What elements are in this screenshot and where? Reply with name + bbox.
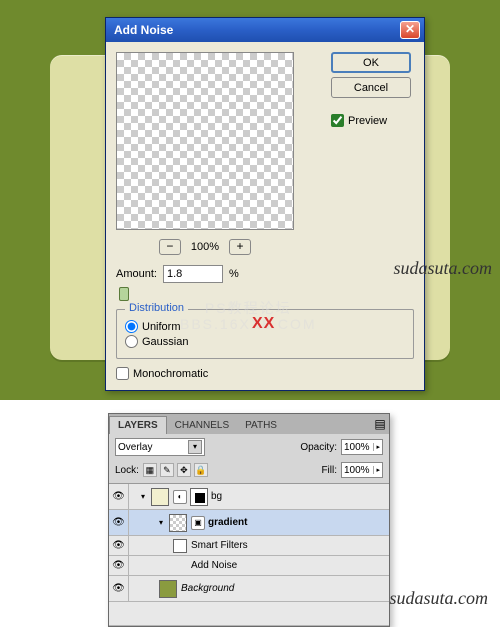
expand-toggle[interactable]: ▾ bbox=[159, 518, 169, 527]
watermark-sudasuta-top: sudasuta.com bbox=[394, 258, 493, 279]
blend-mode-dropdown[interactable]: Overlay ▾ bbox=[115, 438, 205, 456]
layers-panel: LAYERS CHANNELS PATHS ▤ Overlay ▾ Opacit… bbox=[108, 413, 390, 627]
fill-input[interactable]: 100% ▸ bbox=[341, 462, 383, 478]
noise-preview[interactable] bbox=[116, 52, 294, 230]
gaussian-radio-row[interactable]: Gaussian bbox=[125, 335, 405, 348]
distribution-legend: Distribution bbox=[125, 302, 188, 314]
visibility-toggle[interactable]: 👁 bbox=[109, 556, 129, 575]
visibility-toggle[interactable]: 👁 bbox=[109, 576, 129, 601]
lock-transparent-icon[interactable]: ▦ bbox=[143, 463, 157, 477]
layer-thumb bbox=[159, 580, 177, 598]
layer-row-gradient[interactable]: 👁 ▾ ▣ gradient bbox=[109, 510, 389, 536]
watermark-line2: BBS.16XX8.COM bbox=[180, 316, 317, 332]
zoom-out-button[interactable]: − bbox=[159, 239, 181, 255]
zoom-controls: − 100% + bbox=[116, 239, 294, 255]
smart-object-icon: ▣ bbox=[191, 516, 205, 530]
adjustment-icon: ◐ bbox=[173, 490, 187, 504]
opacity-input[interactable]: 100% ▸ bbox=[341, 439, 383, 455]
lock-all-icon[interactable]: 🔒 bbox=[194, 463, 208, 477]
expand-toggle[interactable]: ▾ bbox=[141, 492, 151, 501]
gaussian-label: Gaussian bbox=[142, 336, 188, 348]
empty-layer-slot bbox=[109, 602, 389, 626]
smart-filters-label: Smart Filters bbox=[191, 540, 248, 551]
preview-checkbox-row[interactable]: Preview bbox=[331, 114, 411, 127]
filter-mask-thumb bbox=[173, 539, 187, 553]
blend-mode-value: Overlay bbox=[118, 442, 152, 453]
blend-opacity-row: Overlay ▾ Opacity: 100% ▸ bbox=[109, 434, 389, 460]
watermark-line1: PS教程论坛 bbox=[180, 300, 317, 316]
dialog-buttons-col: OK Cancel Preview bbox=[311, 52, 411, 127]
opacity-value: 100% bbox=[344, 442, 370, 453]
amount-slider[interactable] bbox=[116, 287, 396, 301]
close-button[interactable]: ✕ bbox=[400, 21, 420, 39]
layer-row-bg-group[interactable]: 👁 ▾ ◐ bg bbox=[109, 484, 389, 510]
add-noise-dialog: Add Noise ✕ OK Cancel Preview − 100% + A… bbox=[105, 17, 425, 391]
tab-paths[interactable]: PATHS bbox=[237, 417, 285, 434]
tab-layers[interactable]: LAYERS bbox=[109, 416, 167, 434]
amount-input[interactable] bbox=[163, 265, 223, 283]
filter-addnoise-row[interactable]: 👁 Add Noise bbox=[109, 556, 389, 576]
zoom-in-button[interactable]: + bbox=[229, 239, 251, 255]
fill-label: Fill: bbox=[321, 465, 337, 476]
dialog-title: Add Noise bbox=[114, 23, 400, 37]
zoom-percent: 100% bbox=[191, 241, 219, 253]
layer-row-background[interactable]: 👁 Background bbox=[109, 576, 389, 602]
visibility-toggle[interactable]: 👁 bbox=[109, 484, 129, 509]
layer-name: Background bbox=[181, 583, 234, 594]
fill-value: 100% bbox=[344, 465, 370, 476]
smart-filters-row[interactable]: 👁 Smart Filters bbox=[109, 536, 389, 556]
monochromatic-label: Monochromatic bbox=[133, 368, 208, 380]
amount-row: Amount: % bbox=[116, 265, 414, 283]
canvas-stage: Add Noise ✕ OK Cancel Preview − 100% + A… bbox=[0, 0, 500, 400]
amount-label: Amount: bbox=[116, 268, 157, 280]
monochromatic-checkbox[interactable] bbox=[116, 367, 129, 380]
slider-handle[interactable] bbox=[119, 287, 129, 301]
lock-icons: ▦ ✎ ✥ 🔒 bbox=[143, 463, 208, 477]
lock-label: Lock: bbox=[115, 465, 139, 476]
panel-tabs: LAYERS CHANNELS PATHS ▤ bbox=[109, 414, 389, 434]
panel-menu-button[interactable]: ▤ bbox=[371, 414, 389, 434]
cancel-button[interactable]: Cancel bbox=[331, 77, 411, 98]
chevron-down-icon: ▾ bbox=[188, 440, 202, 454]
opacity-label: Opacity: bbox=[300, 442, 337, 453]
gaussian-radio[interactable] bbox=[125, 335, 138, 348]
watermark-xx: XX bbox=[252, 315, 275, 333]
dialog-titlebar[interactable]: Add Noise ✕ bbox=[106, 18, 424, 42]
amount-unit: % bbox=[229, 268, 239, 280]
ok-button[interactable]: OK bbox=[331, 52, 411, 73]
layer-mask-thumb bbox=[190, 488, 208, 506]
preview-checkbox-label: Preview bbox=[348, 115, 387, 127]
preview-checkbox[interactable] bbox=[331, 114, 344, 127]
opacity-arrow-icon[interactable]: ▸ bbox=[373, 443, 380, 451]
uniform-label: Uniform bbox=[142, 321, 181, 333]
lock-position-icon[interactable]: ✥ bbox=[177, 463, 191, 477]
watermark-sudasuta-bottom: sudasuta.com bbox=[390, 588, 489, 609]
dialog-body: OK Cancel Preview − 100% + Amount: % bbox=[106, 42, 424, 390]
uniform-radio[interactable] bbox=[125, 320, 138, 333]
layers-area: LAYERS CHANNELS PATHS ▤ Overlay ▾ Opacit… bbox=[0, 400, 500, 623]
layer-thumb bbox=[151, 488, 169, 506]
watermark-center: PS教程论坛 BBS.16XX8.COM bbox=[180, 300, 317, 332]
tab-channels[interactable]: CHANNELS bbox=[167, 417, 237, 434]
layer-name: gradient bbox=[208, 517, 247, 528]
filter-name: Add Noise bbox=[191, 560, 237, 571]
monochromatic-row[interactable]: Monochromatic bbox=[116, 367, 414, 380]
visibility-toggle[interactable]: 👁 bbox=[109, 536, 129, 555]
layer-name: bg bbox=[211, 491, 222, 502]
lock-pixels-icon[interactable]: ✎ bbox=[160, 463, 174, 477]
visibility-toggle[interactable]: 👁 bbox=[109, 510, 129, 535]
fill-arrow-icon[interactable]: ▸ bbox=[373, 466, 380, 474]
lock-fill-row: Lock: ▦ ✎ ✥ 🔒 Fill: 100% ▸ bbox=[109, 460, 389, 484]
layer-thumb bbox=[169, 514, 187, 532]
